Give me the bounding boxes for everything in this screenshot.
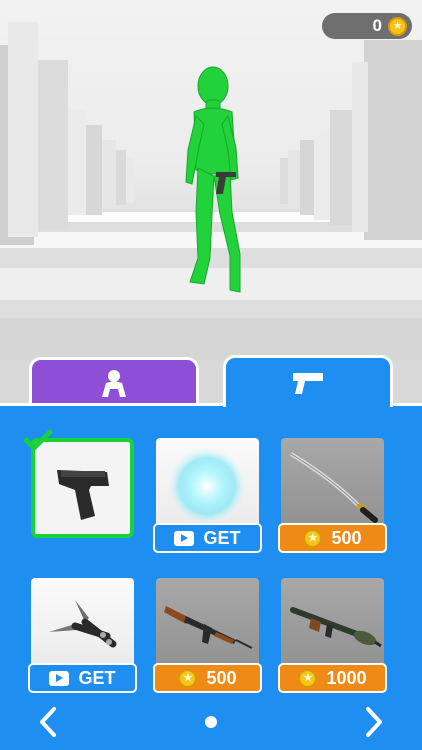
page-indicator-dot xyxy=(205,716,217,728)
button-label: 500 xyxy=(206,667,237,688)
item-card-pistol[interactable] xyxy=(23,429,134,538)
checkmark-icon xyxy=(23,429,53,451)
pistol-image xyxy=(57,470,109,520)
coin-count: 0 xyxy=(372,16,382,35)
coin-icon: ★ xyxy=(303,528,323,548)
buy-button[interactable]: ★ 500 xyxy=(278,523,387,553)
tab-character[interactable] xyxy=(29,357,199,407)
get-button[interactable]: GET xyxy=(153,523,262,553)
item-card-rocket-launcher[interactable]: ★ 1000 xyxy=(278,578,387,693)
button-label: 1000 xyxy=(326,667,367,688)
coin-counter: 0 ★ xyxy=(322,13,412,39)
coin-icon: ★ xyxy=(298,668,318,688)
item-card-energy-orb[interactable]: GET xyxy=(153,438,262,553)
chevron-right-icon[interactable] xyxy=(362,706,386,738)
video-ad-icon xyxy=(174,530,195,546)
button-label: GET xyxy=(203,527,241,548)
item-card-katana[interactable]: ★ 500 xyxy=(278,438,387,553)
buy-button[interactable]: ★ 500 xyxy=(153,663,262,693)
pistol-icon xyxy=(293,372,323,394)
item-card-throwing-knives[interactable]: GET xyxy=(28,578,137,693)
item-image xyxy=(31,438,134,538)
coin-icon: ★ xyxy=(178,668,198,688)
person-icon xyxy=(102,369,126,397)
coin-icon: ★ xyxy=(388,16,407,36)
buy-button[interactable]: ★ 1000 xyxy=(278,663,387,693)
get-button[interactable]: GET xyxy=(28,663,137,693)
game-scene: 0 ★ xyxy=(0,0,422,360)
green-character xyxy=(185,66,241,293)
button-label: 500 xyxy=(331,527,362,548)
video-ad-icon xyxy=(49,670,70,686)
button-label: GET xyxy=(78,667,116,688)
chevron-left-icon[interactable] xyxy=(36,706,60,738)
item-card-assault-rifle[interactable]: ★ 500 xyxy=(153,578,262,693)
